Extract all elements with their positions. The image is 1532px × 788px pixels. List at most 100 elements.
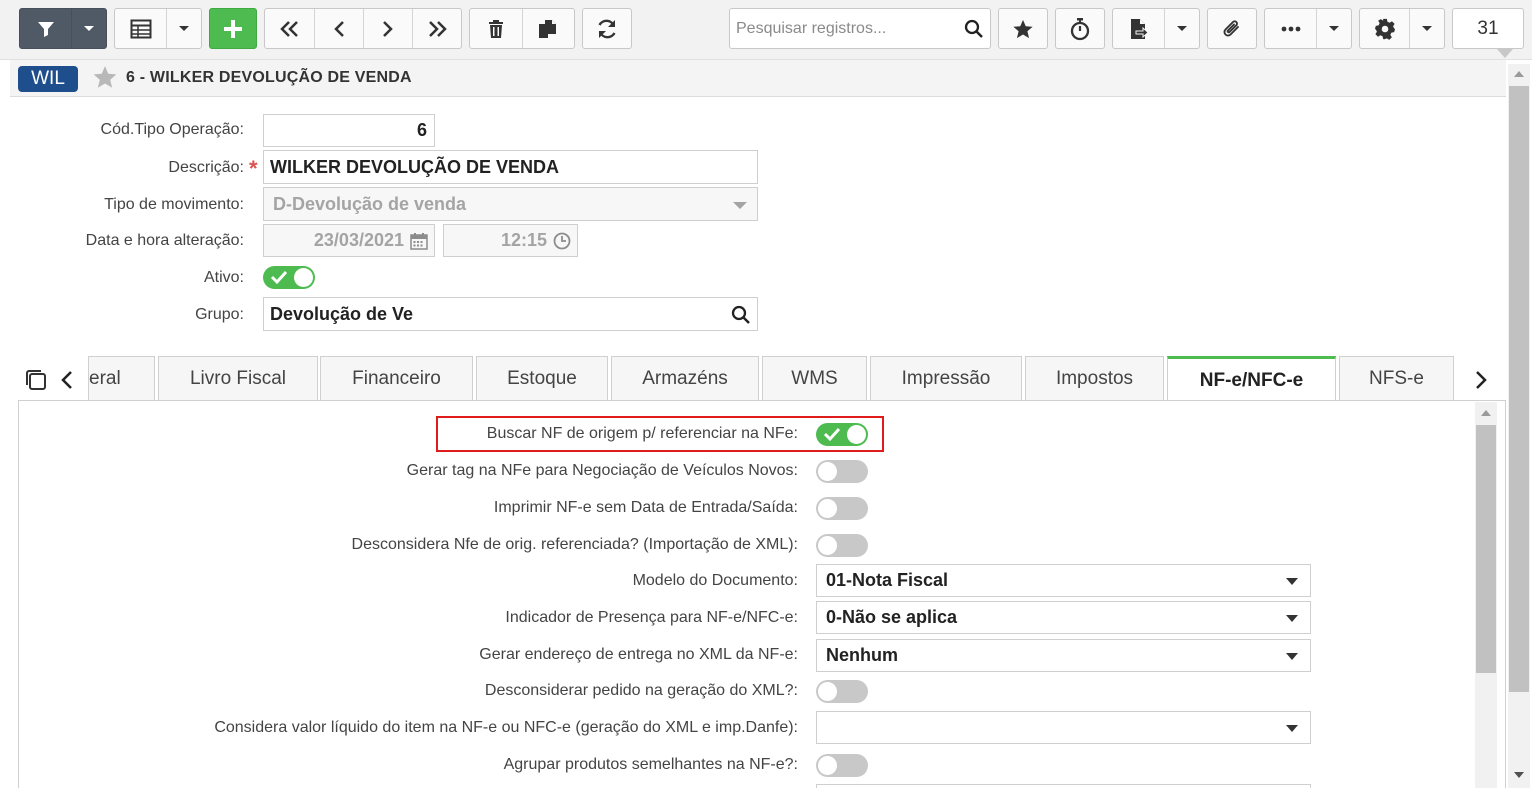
indicador-presenca-select[interactable]: 0-Não se aplica [816,601,1311,634]
page-scroll-down-icon[interactable] [1514,772,1524,778]
tab-label: Livro Fiscal [189,368,287,389]
add-record-button[interactable] [209,8,257,49]
favorite-star-icon[interactable] [92,64,118,95]
page-scroll-up-icon[interactable] [1514,71,1524,77]
last-record-button[interactable] [412,9,461,48]
panel-scroll-up-icon[interactable] [1481,410,1491,416]
refresh-button[interactable] [582,8,632,49]
favorite-button[interactable] [998,8,1048,49]
tab-armazens[interactable]: Armazéns [611,356,759,401]
filter-dropdown-chevron-down-icon[interactable] [71,9,106,48]
desconsiderar-pedido-toggle[interactable] [816,680,868,703]
tipo-movimento-label: Tipo de movimento: [104,196,244,213]
check-icon [270,270,288,285]
plus-icon [224,19,242,38]
considera-valor-select[interactable] [816,711,1311,744]
gerar-tag-label: Gerar tag na NFe para Negociação de Veíc… [406,462,798,479]
tabs-scroll-right-icon[interactable] [1474,370,1488,395]
grid-view-button[interactable] [114,8,202,49]
export-dropdown-chevron-down-icon[interactable] [1164,9,1199,48]
modelo-documento-select[interactable]: 01-Nota Fiscal [816,564,1311,597]
toolbar: 31 [0,0,1532,60]
first-record-button[interactable] [265,9,314,48]
tab-impostos[interactable]: Impostos [1025,356,1164,401]
gear-icon[interactable] [1360,9,1409,48]
filter-icon[interactable] [20,9,71,48]
data-hora-label: Data e hora alteração: [85,232,244,249]
tipo-movimento-value: D-Devolução de venda [273,193,467,214]
tab-label: Armazéns [642,368,728,389]
indicador-presenca-label: Indicador de Presença para NF-e/NFC-e: [505,609,798,626]
tab-geral-label: eral [89,368,121,389]
tab-nfe-nfce[interactable]: NF-e/NFC-e [1167,356,1336,402]
cod-tipo-label: Cód.Tipo Operação: [100,121,244,138]
attachments-button[interactable] [1207,8,1257,49]
grupo-label: Grupo: [195,306,244,323]
gerar-endereco-select[interactable]: Nenhum [816,639,1311,672]
more-actions-button[interactable] [1264,8,1352,49]
tab-label: WMS [791,368,838,389]
grid-dropdown-chevron-down-icon[interactable] [166,9,201,48]
more-dropdown-chevron-down-icon[interactable] [1316,9,1351,48]
tabs-scroll-left-icon[interactable] [60,370,74,395]
buscar-nf-label: Buscar NF de origem p/ referenciar na NF… [486,425,798,442]
gerar-tag-toggle[interactable] [816,460,868,483]
export-icon[interactable] [1113,9,1164,48]
grupo-field[interactable]: Devolução de Ve [263,297,758,331]
tab-label: NFS-e [1369,368,1424,389]
settings-button[interactable] [1359,8,1445,49]
delete-button[interactable] [470,9,522,48]
duplicate-button[interactable] [521,9,575,48]
refresh-icon [598,19,616,38]
check-icon [823,427,841,442]
ativo-toggle[interactable] [263,266,315,289]
tab-livro-fiscal[interactable]: Livro Fiscal [158,356,318,401]
descricao-value: WILKER DEVOLUÇÃO DE VENDA [270,156,560,177]
desconsidera-nfe-toggle[interactable] [816,534,868,557]
search-icon[interactable] [731,305,751,330]
tab-financeiro[interactable]: Financeiro [320,356,473,401]
tab-geral[interactable]: eral [88,356,155,401]
copy-tabs-icon[interactable] [24,368,48,397]
clock-icon [553,232,571,255]
paperclip-icon [1223,19,1239,36]
panel-scrollbar-thumb[interactable] [1476,425,1496,673]
agrupar-produtos-label: Agrupar produtos semelhantes na NF-e?: [503,756,798,773]
record-actions [469,8,575,49]
imprimir-nfe-label: Imprimir NF-e sem Data de Entrada/Saída: [493,499,798,516]
more-icon[interactable] [1265,9,1316,48]
tab-impressao[interactable]: Impressão [870,356,1022,401]
record-counter[interactable]: 31 [1452,8,1524,49]
prev-record-button[interactable] [314,9,363,48]
filter-button[interactable] [19,8,107,49]
grid-icon[interactable] [115,9,166,48]
agrupar-produtos-toggle[interactable] [816,754,868,777]
buscar-nf-toggle[interactable] [816,423,868,446]
next-record-button[interactable] [363,9,412,48]
desconsidera-nfe-label: Desconsidera Nfe de orig. referenciada? … [351,536,798,553]
export-button[interactable] [1112,8,1200,49]
tab-nfse[interactable]: NFS-e [1339,356,1454,401]
descricao-field[interactable]: WILKER DEVOLUÇÃO DE VENDA [263,150,758,184]
trash-icon [488,19,503,38]
search-icon[interactable] [964,19,984,44]
desconsiderar-pedido-label: Desconsiderar pedido na geração do XML?: [484,682,798,699]
time-value: 12:15 [500,230,547,250]
page-scrollbar-thumb[interactable] [1509,86,1529,692]
tab-estoque[interactable]: Estoque [476,356,608,401]
tab-label: Estoque [507,368,577,389]
record-navigation [264,8,462,49]
settings-dropdown-chevron-down-icon[interactable] [1409,9,1444,48]
date-value: 23/03/2021 [313,230,404,250]
tab-label: NF-e/NFC-e [1199,369,1304,391]
imprimir-nfe-toggle[interactable] [816,497,868,520]
first-record-icon [279,20,298,37]
ativo-label: Ativo: [203,269,244,286]
timer-button[interactable] [1055,8,1105,49]
tab-label: Impostos [1055,368,1134,389]
tab-wms[interactable]: WMS [762,356,867,401]
cod-tipo-field[interactable]: 6 [263,114,435,147]
search-input[interactable] [730,9,955,48]
descricao-label: Descrição: [168,159,244,176]
gerar-endereco-label: Gerar endereço de entrega no XML da NF-e… [479,646,798,663]
